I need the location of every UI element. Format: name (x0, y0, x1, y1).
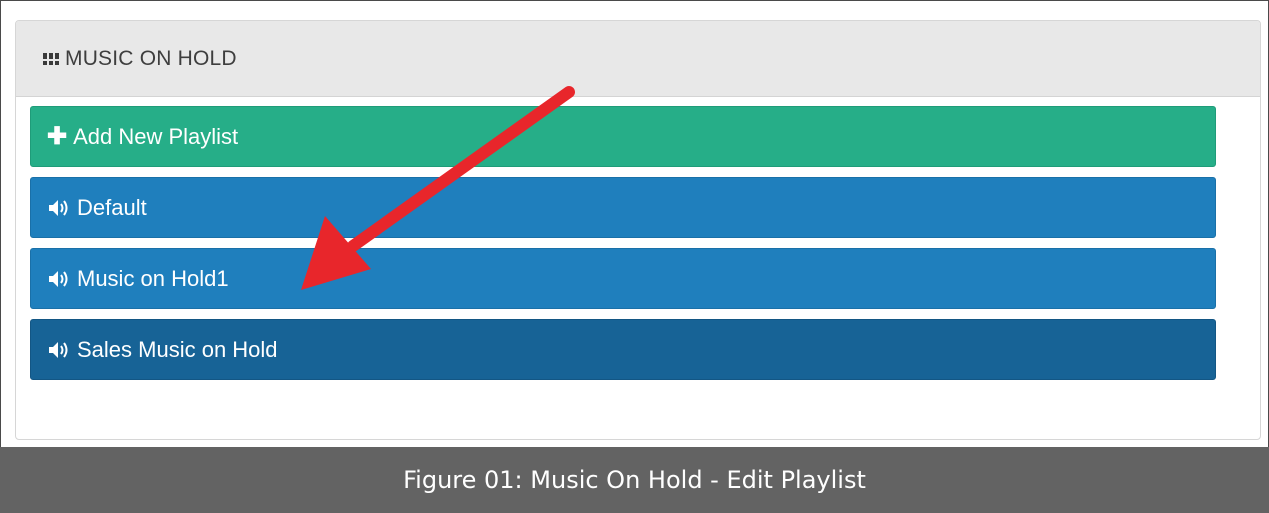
add-new-playlist-button[interactable]: ✚ Add New Playlist (30, 106, 1216, 167)
speaker-icon (47, 269, 71, 289)
plus-icon: ✚ (47, 122, 68, 150)
playlist-music-on-hold1-button[interactable]: Music on Hold1 (30, 248, 1216, 309)
playlist-music-on-hold1-label: Music on Hold1 (77, 265, 229, 291)
screenshot-frame: MUSIC ON HOLD ✚ Add New Playlist Default… (0, 0, 1269, 448)
playlist-sales-music-on-hold-label: Sales Music on Hold (77, 336, 278, 362)
panel-title: MUSIC ON HOLD (65, 46, 237, 70)
panel-heading: MUSIC ON HOLD (16, 21, 1260, 97)
speaker-icon (47, 340, 71, 360)
playlist-sales-music-on-hold-button[interactable]: Sales Music on Hold (30, 319, 1216, 380)
speaker-icon (47, 198, 71, 218)
playlist-default-button[interactable]: Default (30, 177, 1216, 238)
playlist-default-label: Default (77, 194, 147, 220)
add-new-playlist-label: Add New Playlist (73, 123, 239, 149)
grid-icon (43, 52, 59, 65)
figure-caption: Figure 01: Music On Hold - Edit Playlist (0, 447, 1269, 513)
